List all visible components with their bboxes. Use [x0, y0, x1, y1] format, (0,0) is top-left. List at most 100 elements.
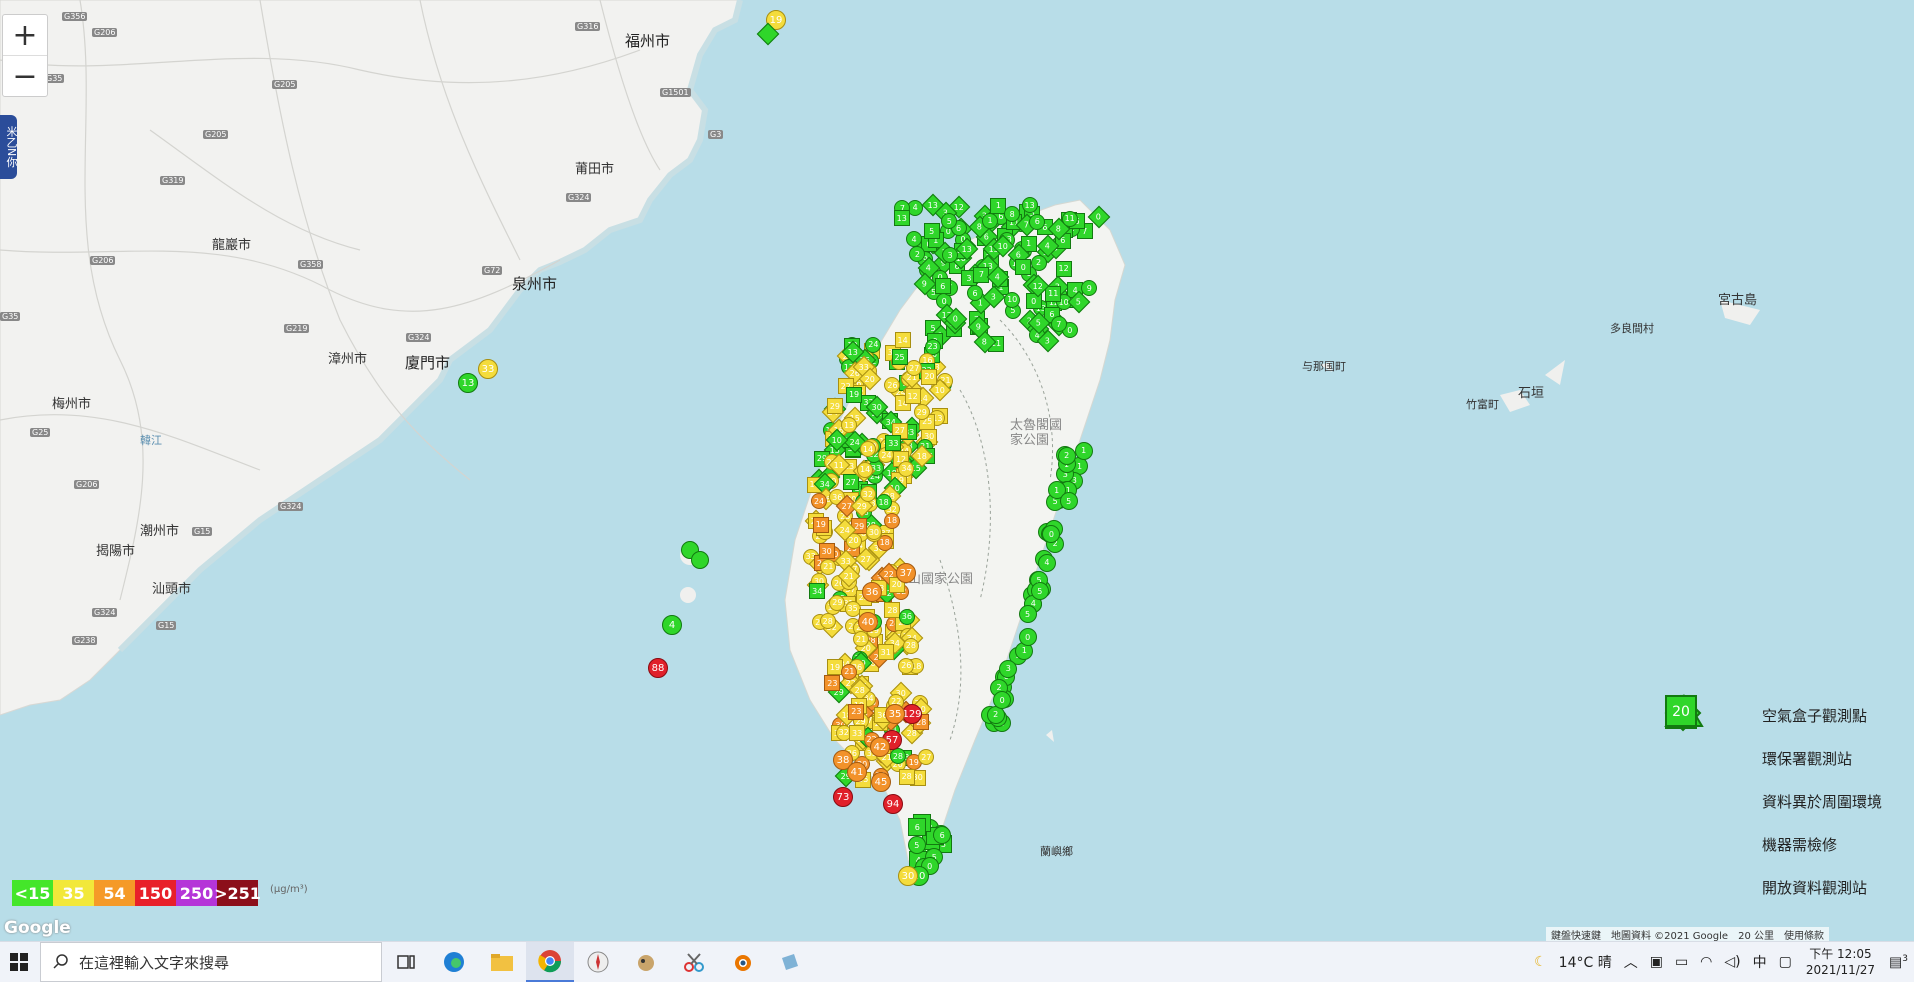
- app-icon[interactable]: [766, 942, 814, 982]
- sensor-marker[interactable]: 5: [907, 836, 926, 855]
- taskbar-search[interactable]: 在這裡輸入文字來搜尋: [40, 942, 382, 982]
- weather-moon-icon[interactable]: ☾: [1534, 954, 1547, 970]
- sensor-marker[interactable]: 2: [1057, 446, 1076, 465]
- sensor-marker[interactable]: 29: [826, 398, 843, 415]
- sensor-marker[interactable]: 4: [662, 615, 682, 635]
- snip-tool-icon[interactable]: [670, 942, 718, 982]
- sensor-marker[interactable]: 33: [849, 725, 866, 742]
- sensor-marker[interactable]: 11: [1061, 210, 1078, 227]
- wifi-icon[interactable]: ◠: [1700, 954, 1712, 970]
- sensor-marker[interactable]: 25: [891, 349, 908, 366]
- sensor-marker[interactable]: 27: [918, 749, 935, 766]
- sensor-marker[interactable]: 129: [902, 704, 922, 724]
- side-panel-tab[interactable]: 米乙N你: [0, 115, 18, 179]
- sensor-marker[interactable]: 10: [1004, 291, 1021, 308]
- start-button[interactable]: [0, 942, 38, 982]
- map-canvas[interactable]: 福州市 莆田市 泉州市 廈門市 漳州市 龍巖市 梅州市 潮州市 揭陽市 汕頭市 …: [0, 0, 1914, 941]
- battery-icon[interactable]: ▭: [1675, 954, 1688, 970]
- sensor-marker[interactable]: 11: [1045, 285, 1062, 302]
- sensor-marker[interactable]: 42: [870, 737, 890, 757]
- sensor-marker[interactable]: 37: [896, 563, 916, 583]
- sensor-marker[interactable]: 29: [829, 594, 846, 611]
- sensor-marker[interactable]: 7: [973, 266, 990, 283]
- sensor-marker[interactable]: 24: [865, 336, 882, 353]
- sensor-marker[interactable]: 28: [902, 637, 919, 654]
- sensor-marker[interactable]: 7: [1050, 316, 1067, 333]
- sensor-marker[interactable]: 9: [1081, 280, 1098, 297]
- sensor-marker[interactable]: 6: [1029, 213, 1046, 230]
- sensor-marker[interactable]: 5: [923, 223, 940, 240]
- sensor-marker[interactable]: 23: [848, 703, 865, 720]
- input-mode-icon[interactable]: ▢: [1779, 954, 1792, 970]
- edge-icon[interactable]: [430, 942, 478, 982]
- zoom-in-button[interactable]: +: [3, 15, 47, 55]
- sensor-marker[interactable]: 18: [875, 494, 892, 511]
- blender-icon[interactable]: [718, 942, 766, 982]
- sensor-marker[interactable]: [691, 551, 709, 569]
- sensor-marker[interactable]: 12: [1055, 260, 1072, 277]
- sensor-marker[interactable]: 14: [894, 332, 911, 349]
- sensor-marker[interactable]: 14: [859, 441, 876, 458]
- sensor-marker[interactable]: 19: [812, 516, 829, 533]
- file-explorer-icon[interactable]: [478, 942, 526, 982]
- sensor-marker[interactable]: 6: [908, 818, 927, 837]
- sensor-marker[interactable]: 23: [824, 675, 841, 692]
- sensor-marker[interactable]: 73: [833, 787, 853, 807]
- marker-value: 35: [888, 708, 902, 720]
- sensor-marker[interactable]: 5: [1030, 582, 1049, 601]
- sensor-marker[interactable]: 33: [478, 359, 498, 379]
- sensor-marker[interactable]: 5: [1018, 605, 1037, 624]
- sensor-marker[interactable]: 35: [885, 704, 905, 724]
- sensor-marker[interactable]: 5: [1059, 492, 1078, 511]
- sensor-marker[interactable]: 1: [1074, 441, 1093, 460]
- sensor-marker[interactable]: 30: [818, 543, 835, 560]
- weather-text[interactable]: 14°C 晴: [1559, 952, 1612, 972]
- sensor-marker[interactable]: 29: [913, 404, 930, 421]
- sensor-marker[interactable]: 88: [648, 658, 668, 678]
- clock[interactable]: 下午 12:05 2021/11/27: [1806, 946, 1875, 978]
- sensor-marker[interactable]: 36: [898, 608, 915, 625]
- keyboard-shortcuts-link[interactable]: 鍵盤快速鍵: [1546, 927, 1606, 942]
- sensor-marker[interactable]: 6: [934, 278, 951, 295]
- sensor-marker[interactable]: 36: [862, 582, 882, 602]
- sensor-marker[interactable]: 32: [859, 486, 876, 503]
- compass-app-icon[interactable]: [574, 942, 622, 982]
- sensor-marker[interactable]: 13: [458, 373, 478, 393]
- sensor-marker[interactable]: 26: [898, 657, 915, 674]
- sensor-marker[interactable]: 28: [819, 613, 836, 630]
- sensor-marker[interactable]: 30: [898, 866, 918, 886]
- notification-icon[interactable]: ▤3: [1889, 954, 1908, 971]
- sensor-marker[interactable]: 14: [857, 461, 874, 478]
- sensor-marker[interactable]: 13: [1021, 197, 1038, 214]
- sensor-marker[interactable]: 20: [921, 368, 938, 385]
- chrome-icon[interactable]: [526, 942, 574, 982]
- terms-link[interactable]: 使用條款: [1779, 927, 1829, 942]
- sensor-marker[interactable]: 19: [846, 386, 863, 403]
- sensor-marker[interactable]: 31: [877, 644, 894, 661]
- chevron-up-icon[interactable]: ︿: [1624, 952, 1638, 972]
- sensor-marker[interactable]: 12: [904, 388, 921, 404]
- sensor-marker[interactable]: 13: [893, 210, 910, 227]
- sensor-marker[interactable]: 40: [858, 612, 878, 632]
- sensor-marker[interactable]: 4: [1037, 553, 1056, 572]
- sensor-marker[interactable]: 33: [885, 435, 902, 452]
- sensor-marker[interactable]: 27: [842, 474, 859, 491]
- scale-text[interactable]: 20 公里: [1733, 927, 1779, 942]
- sensor-marker[interactable]: 45: [871, 772, 891, 792]
- sensor-marker[interactable]: 1: [982, 212, 999, 229]
- task-view-icon[interactable]: [382, 942, 430, 982]
- sensor-marker[interactable]: 18: [883, 512, 900, 529]
- meet-icon[interactable]: ▣: [1650, 954, 1663, 970]
- sensor-marker[interactable]: 21: [841, 663, 858, 680]
- sensor-marker[interactable]: 0: [1018, 628, 1037, 647]
- sensor-marker-layer[interactable]: 6566176103569631283131601212015101012012…: [0, 0, 1914, 941]
- zoom-out-button[interactable]: −: [3, 55, 47, 96]
- sensor-marker[interactable]: 41: [847, 762, 867, 782]
- sensor-marker[interactable]: 94: [883, 794, 903, 814]
- ime-indicator[interactable]: 中: [1753, 952, 1767, 972]
- sensor-marker[interactable]: 0: [1015, 259, 1032, 276]
- sensor-marker[interactable]: 28: [898, 768, 915, 785]
- volume-icon[interactable]: ◁): [1724, 954, 1740, 970]
- app-icon[interactable]: [622, 942, 670, 982]
- sensor-marker[interactable]: 34: [809, 583, 826, 600]
